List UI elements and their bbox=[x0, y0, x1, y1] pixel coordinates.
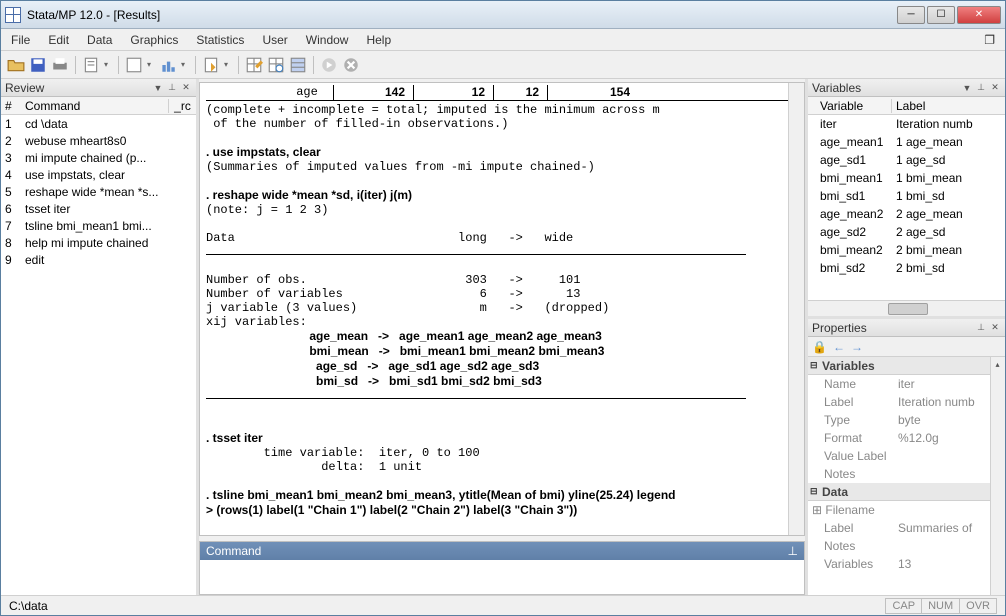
next-icon[interactable]: → bbox=[851, 340, 863, 354]
menu-file[interactable]: File bbox=[11, 33, 30, 47]
window-title: Stata/MP 12.0 - [Results] bbox=[27, 8, 897, 22]
variable-row[interactable]: bmi_mean11 bmi_mean bbox=[808, 169, 1005, 187]
maximize-button[interactable]: ☐ bbox=[927, 6, 955, 24]
continue-icon[interactable] bbox=[320, 56, 338, 74]
variables-col-name[interactable]: Variable bbox=[808, 99, 892, 113]
review-row[interactable]: 7tsline bmi_mean1 bmi... bbox=[1, 217, 196, 234]
properties-title: Properties bbox=[812, 321, 867, 335]
viewer-icon[interactable] bbox=[125, 56, 143, 74]
close-panel-icon[interactable]: ✕ bbox=[180, 82, 192, 94]
break-icon[interactable] bbox=[342, 56, 360, 74]
status-path: C:\data bbox=[9, 599, 48, 613]
open-icon[interactable] bbox=[7, 56, 25, 74]
variables-hscroll[interactable] bbox=[808, 300, 1005, 316]
prop-row: Notes bbox=[808, 465, 1005, 483]
review-row[interactable]: 6tsset iter bbox=[1, 200, 196, 217]
review-row[interactable]: 5reshape wide *mean *s... bbox=[1, 183, 196, 200]
prop-row: Format%12.0g bbox=[808, 429, 1005, 447]
scroll-up-icon[interactable]: ▴ bbox=[990, 357, 1005, 372]
variable-row[interactable]: age_sd22 age_sd bbox=[808, 223, 1005, 241]
restore-child-icon[interactable]: ❐ bbox=[984, 33, 995, 47]
variable-row[interactable]: age_sd11 age_sd bbox=[808, 151, 1005, 169]
menu-help[interactable]: Help bbox=[366, 33, 391, 47]
status-num: NUM bbox=[921, 598, 960, 614]
prop-row: Notes bbox=[808, 537, 1005, 555]
titlebar: Stata/MP 12.0 - [Results] ─ ☐ ✕ bbox=[1, 1, 1005, 29]
data-editor-icon[interactable] bbox=[245, 56, 263, 74]
menubar: File Edit Data Graphics Statistics User … bbox=[1, 29, 1005, 51]
pin-icon[interactable]: ⊥ bbox=[975, 322, 987, 334]
lock-icon[interactable]: 🔒 bbox=[812, 340, 827, 354]
pin-icon[interactable]: ⊥ bbox=[166, 82, 178, 94]
properties-scrollbar[interactable] bbox=[990, 357, 1005, 595]
review-panel: Review ▼ ⊥ ✕ # Command _rc 1cd \data2web… bbox=[1, 79, 199, 595]
review-row[interactable]: 9edit bbox=[1, 251, 196, 268]
command-panel: Command ⊥ bbox=[199, 541, 805, 595]
filter-icon[interactable]: ▼ bbox=[152, 82, 164, 94]
prop-group-variables[interactable]: ⊟Variables bbox=[808, 357, 1005, 375]
graph-icon[interactable] bbox=[159, 56, 177, 74]
prop-row: LabelIteration numb bbox=[808, 393, 1005, 411]
prop-group-data[interactable]: ⊟Data bbox=[808, 483, 1005, 501]
save-icon[interactable] bbox=[29, 56, 47, 74]
menu-statistics[interactable]: Statistics bbox=[196, 33, 244, 47]
log-icon[interactable] bbox=[82, 56, 100, 74]
variables-manager-icon[interactable] bbox=[289, 56, 307, 74]
prop-row: Nameiter bbox=[808, 375, 1005, 393]
prop-row: Typebyte bbox=[808, 411, 1005, 429]
prop-row: Variables13 bbox=[808, 555, 1005, 573]
graph-dropdown-icon[interactable]: ▾ bbox=[181, 60, 189, 69]
viewer-dropdown-icon[interactable]: ▾ bbox=[147, 60, 155, 69]
review-row[interactable]: 4use impstats, clear bbox=[1, 166, 196, 183]
review-col-rc[interactable]: _rc bbox=[168, 99, 196, 113]
pin-icon[interactable]: ⊥ bbox=[788, 544, 798, 558]
variable-row[interactable]: bmi_sd22 bmi_sd bbox=[808, 259, 1005, 277]
dofile-dropdown-icon[interactable]: ▾ bbox=[224, 60, 232, 69]
review-row[interactable]: 1cd \data bbox=[1, 115, 196, 132]
statusbar: C:\data CAP NUM OVR bbox=[1, 595, 1005, 615]
menu-data[interactable]: Data bbox=[87, 33, 112, 47]
variable-row[interactable]: bmi_sd11 bmi_sd bbox=[808, 187, 1005, 205]
print-icon[interactable] bbox=[51, 56, 69, 74]
properties-panel: Properties ⊥ ✕ 🔒 ← → ⊟Variables Nameiter… bbox=[808, 319, 1005, 595]
filter-icon[interactable]: ▼ bbox=[961, 82, 973, 94]
variable-row[interactable]: age_mean11 age_mean bbox=[808, 133, 1005, 151]
variable-row[interactable]: iterIteration numb bbox=[808, 115, 1005, 133]
dofile-editor-icon[interactable] bbox=[202, 56, 220, 74]
menu-window[interactable]: Window bbox=[306, 33, 349, 47]
minimize-button[interactable]: ─ bbox=[897, 6, 925, 24]
prop-row: Value Label bbox=[808, 447, 1005, 465]
status-ovr: OVR bbox=[959, 598, 997, 614]
review-title: Review bbox=[5, 81, 44, 95]
command-input[interactable] bbox=[200, 560, 804, 594]
menu-graphics[interactable]: Graphics bbox=[130, 33, 178, 47]
variables-title: Variables bbox=[812, 81, 861, 95]
variable-row[interactable]: bmi_mean22 bmi_mean bbox=[808, 241, 1005, 259]
command-title: Command bbox=[206, 544, 261, 558]
status-cap: CAP bbox=[885, 598, 922, 614]
close-panel-icon[interactable]: ✕ bbox=[989, 82, 1001, 94]
menu-user[interactable]: User bbox=[262, 33, 287, 47]
prop-row: ⊞ Filename bbox=[808, 501, 1005, 519]
data-browser-icon[interactable] bbox=[267, 56, 285, 74]
close-panel-icon[interactable]: ✕ bbox=[989, 322, 1001, 334]
results-scrollbar[interactable] bbox=[788, 83, 804, 535]
results-panel: age 1421212154(complete + incomplete = t… bbox=[199, 82, 805, 536]
review-col-num[interactable]: # bbox=[1, 99, 25, 113]
review-row[interactable]: 2webuse mheart8s0 bbox=[1, 132, 196, 149]
review-col-cmd[interactable]: Command bbox=[25, 99, 168, 113]
toolbar: ▾ ▾ ▾ ▾ bbox=[1, 51, 1005, 79]
variables-col-label[interactable]: Label bbox=[892, 99, 1005, 113]
prop-row: LabelSummaries of bbox=[808, 519, 1005, 537]
prev-icon[interactable]: ← bbox=[833, 340, 845, 354]
review-row[interactable]: 3mi impute chained (p... bbox=[1, 149, 196, 166]
variable-row[interactable]: age_mean22 age_mean bbox=[808, 205, 1005, 223]
variables-panel: Variables ▼ ⊥ ✕ Variable Label iterItera… bbox=[808, 79, 1005, 319]
menu-edit[interactable]: Edit bbox=[48, 33, 69, 47]
pin-icon[interactable]: ⊥ bbox=[975, 82, 987, 94]
app-icon bbox=[5, 7, 21, 23]
review-row[interactable]: 8help mi impute chained bbox=[1, 234, 196, 251]
log-dropdown-icon[interactable]: ▾ bbox=[104, 60, 112, 69]
close-button[interactable]: ✕ bbox=[957, 6, 1001, 24]
